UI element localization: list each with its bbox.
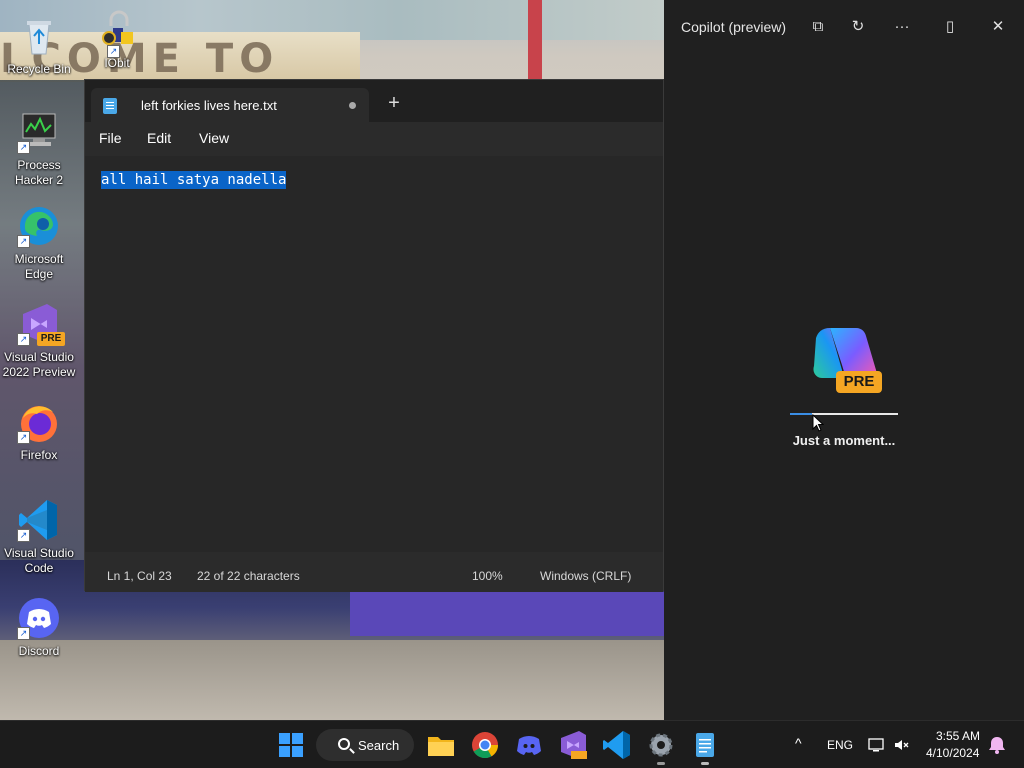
menu-view[interactable]: View <box>199 130 229 146</box>
process-hacker-icon: ↗ <box>17 110 61 154</box>
desktop-icon-firefox[interactable]: ↗ Firefox <box>0 400 78 463</box>
taskbar-file-explorer[interactable] <box>425 729 457 761</box>
more-icon: ··· <box>894 18 910 35</box>
taskbar-vscode[interactable] <box>601 729 633 761</box>
status-zoom[interactable]: 100% <box>472 569 503 583</box>
shortcut-arrow-icon: ↗ <box>17 235 30 248</box>
status-line-endings[interactable]: Windows (CRLF) <box>540 569 631 583</box>
shortcut-arrow-icon: ↗ <box>17 333 30 346</box>
tray-language[interactable]: ENG <box>827 738 853 752</box>
notepad-status-bar: Ln 1, Col 23 22 of 22 characters 100% Wi… <box>85 552 663 592</box>
wallpaper-red-pole <box>528 0 542 80</box>
gear-icon <box>649 733 673 757</box>
vscode-icon: ↗ <box>17 498 61 542</box>
desktop-icon-label: Discord <box>18 644 60 658</box>
more-options-button[interactable]: ··· <box>888 14 916 40</box>
desktop-icon-recycle-bin[interactable]: Recycle Bin <box>0 14 78 77</box>
shortcut-arrow-icon: ↗ <box>17 431 30 444</box>
folder-icon <box>428 737 454 756</box>
recycle-bin-icon <box>17 14 61 58</box>
status-character-count: 22 of 22 characters <box>197 569 300 583</box>
pre-badge: PRE <box>37 332 65 346</box>
running-indicator <box>701 762 709 765</box>
taskbar: Search ^ ENG 3:55 AM 4/10/2024 <box>0 720 1024 768</box>
discord-icon: ↗ <box>17 596 61 640</box>
wallpaper-purple-band <box>350 592 664 636</box>
firefox-icon: ↗ <box>17 400 61 444</box>
taskbar-notepad[interactable] <box>689 729 721 765</box>
notepad-tab[interactable]: left forkies lives here.txt <box>91 88 369 122</box>
taskbar-settings[interactable] <box>645 729 677 765</box>
dock-button[interactable]: ▯ <box>936 14 964 40</box>
desktop-icon-edge[interactable]: ↗ Microsoft Edge <box>0 204 78 282</box>
iobit-unlocker-icon: ↗ <box>95 8 139 58</box>
notepad-tab-bar: left forkies lives here.txt + <box>85 80 663 122</box>
notification-bell-icon[interactable] <box>988 735 1006 755</box>
refresh-button[interactable]: ↻ <box>844 14 872 40</box>
notepad-menu-bar: File Edit View <box>85 122 663 156</box>
taskbar-search-button[interactable]: Search <box>316 729 414 761</box>
menu-edit[interactable]: Edit <box>147 130 171 146</box>
notepad-icon <box>103 98 117 114</box>
vscode-icon <box>603 731 630 759</box>
chrome-icon <box>472 732 499 759</box>
desktop-icon-label: Microsoft Edge <box>14 252 64 281</box>
copilot-title: Copilot (preview) <box>681 19 787 35</box>
visual-studio-preview-icon <box>561 731 587 759</box>
edge-icon: ↗ <box>17 204 61 248</box>
open-external-icon: ⧉ <box>812 18 824 35</box>
close-button[interactable]: ✕ <box>984 14 1012 40</box>
taskbar-search-label: Search <box>358 738 400 753</box>
close-icon: ✕ <box>991 18 1005 35</box>
dock-icon: ▯ <box>945 18 955 35</box>
new-tab-button[interactable]: + <box>383 92 405 114</box>
tray-overflow-chevron-icon[interactable]: ^ <box>795 735 802 751</box>
menu-file[interactable]: File <box>99 130 122 146</box>
desktop-icon-process-hacker[interactable]: ↗ Process Hacker 2 <box>0 110 78 188</box>
desktop-icon-label: Visual Studio Code <box>4 546 74 575</box>
desktop-icon-label: Recycle Bin <box>7 62 71 76</box>
shortcut-arrow-icon: ↗ <box>107 45 120 58</box>
taskbar-visual-studio-preview[interactable] <box>557 729 589 761</box>
notepad-selected-text[interactable]: all hail satya nadella <box>101 171 287 189</box>
desktop-icon-label: IObit <box>104 56 130 70</box>
status-cursor-position: Ln 1, Col 23 <box>107 569 172 583</box>
copilot-progress-fill <box>790 413 812 415</box>
desktop-icon-iobit[interactable]: ↗ IObit <box>78 8 156 71</box>
copilot-pre-badge: PRE <box>836 371 882 393</box>
desktop-icon-discord[interactable]: ↗ Discord <box>0 596 78 659</box>
network-icon[interactable] <box>867 736 885 754</box>
running-indicator <box>657 762 665 765</box>
notepad-tab-title: left forkies lives here.txt <box>141 98 277 113</box>
wallpaper-ground <box>0 640 664 720</box>
taskbar-chrome[interactable] <box>469 729 501 761</box>
volume-muted-icon[interactable] <box>893 736 911 754</box>
windows-logo-icon <box>279 733 303 757</box>
shortcut-arrow-icon: ↗ <box>17 529 30 542</box>
desktop-icon-vscode[interactable]: ↗ Visual Studio Code <box>0 498 78 576</box>
desktop-icon-label: Visual Studio 2022 Preview <box>2 350 76 379</box>
notepad-icon <box>696 733 714 757</box>
refresh-icon: ↻ <box>851 18 865 35</box>
mouse-cursor-icon <box>812 414 824 432</box>
tray-time[interactable]: 3:55 AM <box>936 729 980 743</box>
visual-studio-preview-icon: PRE ↗ <box>17 302 65 346</box>
copilot-pane: Copilot (preview) ⧉ ↻ ··· ▯ ✕ PRE Just a… <box>664 0 1024 720</box>
copilot-progress-bar <box>790 413 898 415</box>
desktop-icon-label: Firefox <box>20 448 58 462</box>
notepad-editor[interactable] <box>85 156 663 552</box>
start-button[interactable] <box>275 729 307 761</box>
shortcut-arrow-icon: ↗ <box>17 141 30 154</box>
shortcut-arrow-icon: ↗ <box>17 627 30 640</box>
tray-date[interactable]: 4/10/2024 <box>926 746 979 760</box>
unsaved-indicator-icon[interactable] <box>349 102 356 109</box>
notepad-window: left forkies lives here.txt + File Edit … <box>84 79 664 592</box>
desktop-icon-label: Process Hacker 2 <box>14 158 64 187</box>
search-icon <box>338 738 350 750</box>
taskbar-discord[interactable] <box>513 729 545 761</box>
discord-icon <box>517 736 541 755</box>
copilot-loading-text: Just a moment... <box>792 433 896 448</box>
desktop-icon-visual-studio-preview[interactable]: PRE ↗ Visual Studio 2022 Preview <box>0 302 78 380</box>
open-external-button[interactable]: ⧉ <box>804 14 832 40</box>
